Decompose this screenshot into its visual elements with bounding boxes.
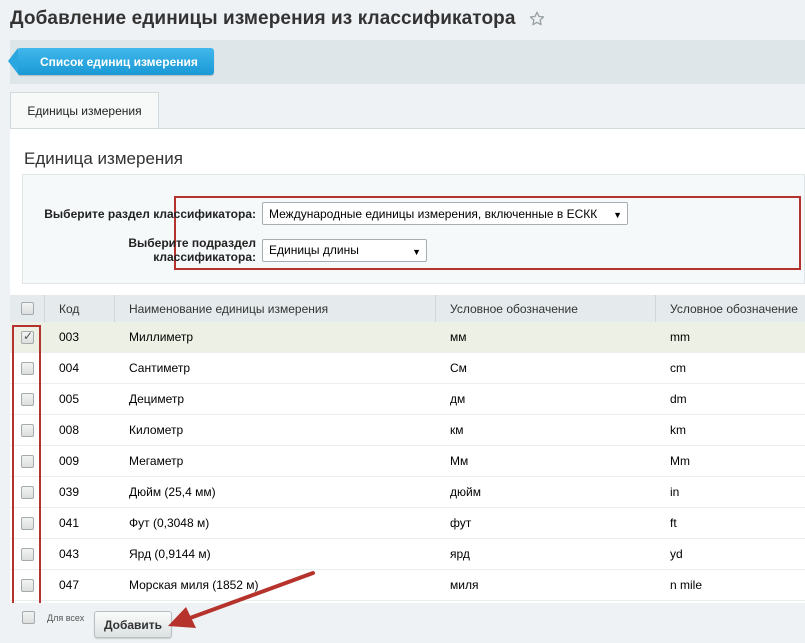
column-header-symbol[interactable]: Условное обозначение [436, 295, 656, 322]
cell-symbol-intl: ft [670, 516, 677, 530]
cell-name: Километр [129, 423, 184, 437]
tab-bar: Единицы измерения [10, 92, 805, 129]
cell-symbol: См [450, 361, 467, 375]
filter-row-subsection: Выберите подраздел классификатора: Едини… [23, 236, 427, 264]
cell-symbol: км [450, 423, 464, 437]
table-row[interactable]: 005 Дециметр дм dm [10, 384, 805, 415]
table-row[interactable]: 039 Дюйм (25,4 мм) дюйм in [10, 477, 805, 508]
cell-code: 003 [59, 330, 80, 344]
subsection-select[interactable]: Единицы длины ▼ [262, 238, 427, 262]
page-title: Добавление единицы измерения из классифи… [10, 8, 516, 29]
cell-symbol: миля [450, 578, 479, 592]
cell-name: Морская миля (1852 м) [129, 578, 259, 592]
cell-code: 047 [59, 578, 80, 592]
cell-symbol: ярд [450, 547, 470, 561]
checkbox-highlight-frame [12, 325, 41, 606]
cell-code: 009 [59, 454, 80, 468]
column-header-code[interactable]: Код [45, 295, 115, 322]
table-row[interactable]: 003 Миллиметр мм mm [10, 322, 805, 353]
cell-name: Ярд (0,9144 м) [129, 547, 211, 561]
table-row[interactable]: 008 Километр км km [10, 415, 805, 446]
subsection-select-label: Выберите подраздел классификатора: [128, 236, 256, 264]
cell-symbol: Мм [450, 454, 469, 468]
section-title: Единица измерения [24, 149, 183, 168]
cell-code: 041 [59, 516, 80, 530]
cell-symbol-intl: dm [670, 392, 687, 406]
section-select-label: Выберите раздел классификатора: [44, 206, 256, 221]
units-grid: Код Наименование единицы измерения Услов… [10, 295, 805, 601]
toolbar: Список единиц измерения [8, 40, 805, 84]
filter-row-section: Выберите раздел классификатора: Междунар… [23, 202, 628, 225]
cell-symbol: мм [450, 330, 467, 344]
header-checkbox-cell [10, 295, 45, 322]
cell-symbol-intl: cm [670, 361, 686, 375]
content-panel: Единица измерения Выберите раздел класси… [10, 128, 805, 643]
cell-code: 039 [59, 485, 80, 499]
page-header: Добавление единицы измерения из классифи… [10, 4, 546, 34]
add-button[interactable]: Добавить [94, 611, 172, 638]
cell-code: 008 [59, 423, 80, 437]
for-all-checkbox[interactable] [22, 611, 35, 624]
table-row[interactable]: 009 Мегаметр Мм Mm [10, 446, 805, 477]
cell-name: Миллиметр [129, 330, 194, 344]
cell-name: Сантиметр [129, 361, 190, 375]
cell-symbol: дюйм [450, 485, 481, 499]
cell-code: 004 [59, 361, 80, 375]
section-select[interactable]: Международные единицы измерения, включен… [262, 202, 628, 225]
cell-symbol-intl: n mile [670, 578, 703, 592]
column-header-symbol-intl[interactable]: Условное обозначение [656, 295, 805, 322]
dropdown-arrow-icon: ▼ [412, 246, 421, 257]
cell-symbol-intl: km [670, 423, 686, 437]
table-row[interactable]: 043 Ярд (0,9144 м) ярд yd [10, 539, 805, 570]
cell-code: 043 [59, 547, 80, 561]
cell-name: Мегаметр [129, 454, 184, 468]
table-row[interactable]: 041 Фут (0,3048 м) фут ft [10, 508, 805, 539]
table-row[interactable]: 047 Морская миля (1852 м) миля n mile [10, 570, 805, 601]
for-all-label: Для всех [47, 613, 85, 623]
grid-footer: Для всех Добавить [10, 603, 805, 643]
star-icon[interactable] [528, 10, 546, 28]
subsection-select-value: Единицы длины [269, 243, 359, 257]
section-select-value: Международные единицы измерения, включен… [269, 206, 598, 221]
cell-symbol: фут [450, 516, 472, 530]
cell-symbol: дм [450, 392, 466, 406]
table-row[interactable]: 004 Сантиметр См cm [10, 353, 805, 384]
grid-body: 003 Миллиметр мм mm 004 Сантиметр См cm 005 Децим… [10, 322, 805, 601]
filter-box: Выберите раздел классификатора: Междунар… [22, 174, 805, 284]
cell-code: 005 [59, 392, 80, 406]
tab-units[interactable]: Единицы измерения [10, 92, 159, 129]
cell-name: Дециметр [129, 392, 185, 406]
cell-symbol-intl: Mm [670, 454, 690, 468]
cell-symbol-intl: yd [670, 547, 683, 561]
cell-symbol-intl: mm [670, 330, 690, 344]
column-header-name[interactable]: Наименование единицы измерения [115, 295, 436, 322]
select-all-checkbox[interactable] [20, 302, 34, 315]
cell-name: Дюйм (25,4 мм) [129, 485, 216, 499]
cell-symbol-intl: in [670, 485, 680, 499]
cell-name: Фут (0,3048 м) [129, 516, 210, 530]
grid-header: Код Наименование единицы измерения Услов… [10, 295, 805, 322]
dropdown-arrow-icon: ▼ [613, 210, 622, 220]
unit-list-button[interactable]: Список единиц измерения [8, 48, 214, 75]
